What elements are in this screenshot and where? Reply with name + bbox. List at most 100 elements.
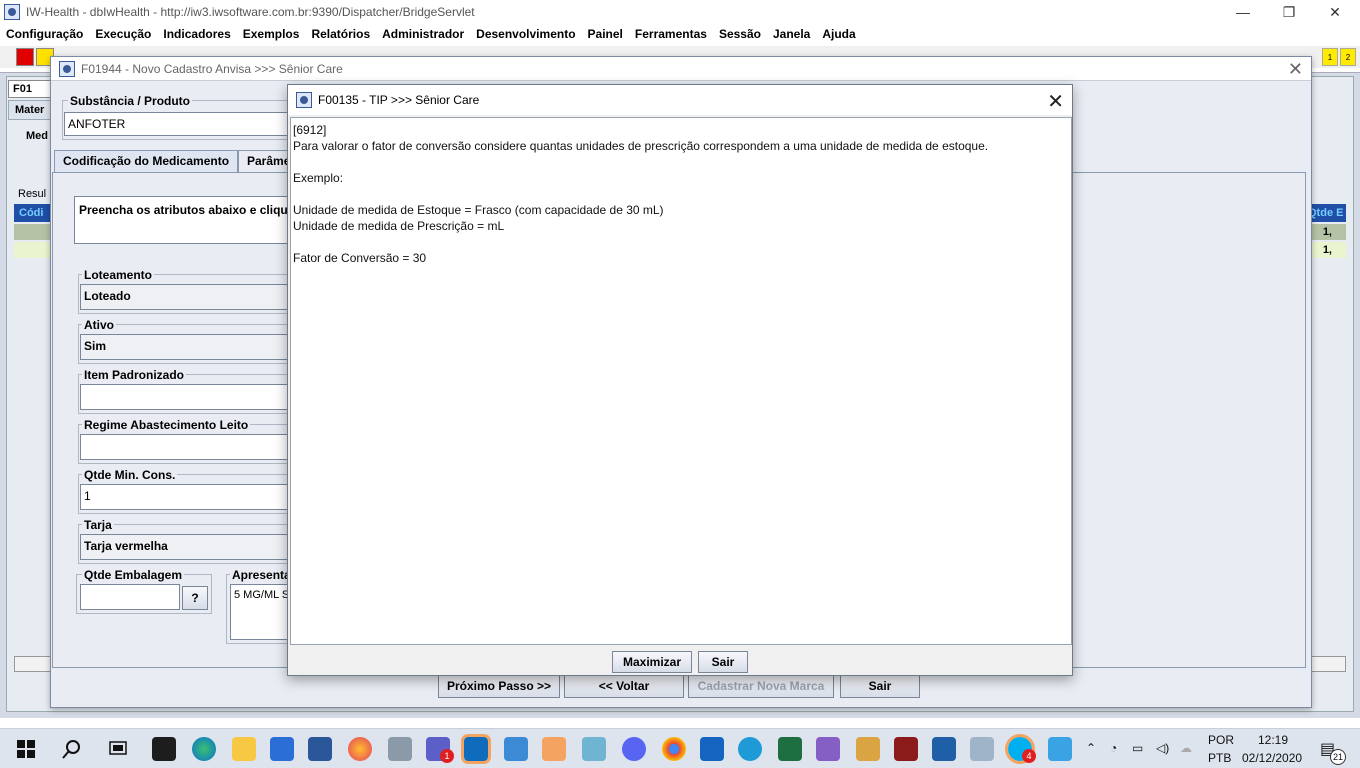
store-icon[interactable] xyxy=(152,737,176,761)
tip-line: [6912] xyxy=(293,123,327,137)
remote-desktop-icon[interactable] xyxy=(504,737,528,761)
maximize-button[interactable]: Maximizar xyxy=(612,651,692,673)
minimize-button[interactable]: — xyxy=(1220,0,1266,24)
new-brand-button[interactable]: Cadastrar Nova Marca xyxy=(688,674,834,698)
winrar-icon[interactable] xyxy=(894,737,918,761)
search-icon[interactable] xyxy=(60,737,84,761)
qtde-embalagem-input[interactable] xyxy=(80,584,180,610)
regime-select[interactable] xyxy=(80,434,302,460)
tool-icon[interactable] xyxy=(388,737,412,761)
badge-1[interactable]: 1 xyxy=(1322,48,1338,66)
menu-janela[interactable]: Janela xyxy=(773,27,810,41)
paint-icon[interactable] xyxy=(856,737,880,761)
photos-icon[interactable] xyxy=(700,737,724,761)
cadastro-title: F01944 - Novo Cadastro Anvisa >>> Sênior… xyxy=(81,61,343,76)
back-button[interactable]: << Voltar xyxy=(564,674,684,698)
virtualbox-icon[interactable] xyxy=(932,737,956,761)
app-logo-icon xyxy=(4,4,20,20)
menu-exemplos[interactable]: Exemplos xyxy=(243,27,300,41)
red-tool-button[interactable] xyxy=(16,48,34,66)
discord-icon[interactable] xyxy=(622,737,646,761)
word-icon[interactable] xyxy=(308,737,332,761)
browser-title: IW-Health - dbIwHealth - http://iw3.iwso… xyxy=(26,5,475,19)
menu-painel[interactable]: Painel xyxy=(588,27,623,41)
qtde-min-input[interactable]: 1 xyxy=(80,484,302,510)
tip-line xyxy=(293,234,1069,250)
visual-studio-icon[interactable] xyxy=(816,737,840,761)
background-med-tab[interactable]: Med xyxy=(26,130,48,142)
menu-ajuda[interactable]: Ajuda xyxy=(822,27,855,41)
loteamento-select[interactable]: Loteado xyxy=(80,284,302,310)
ativo-select[interactable]: Sim xyxy=(80,334,302,360)
item-padronizado-select[interactable] xyxy=(80,384,302,410)
cloud-icon[interactable]: ☁ xyxy=(1180,741,1192,755)
cadastro-exit-button[interactable]: Sair xyxy=(840,674,920,698)
tip-line: Unidade de medida de Prescrição = mL xyxy=(293,219,505,233)
badge-2[interactable]: 2 xyxy=(1340,48,1356,66)
excel-icon[interactable] xyxy=(778,737,802,761)
internet-explorer-icon[interactable] xyxy=(738,737,762,761)
tip-line xyxy=(293,154,1069,170)
menu-sessao[interactable]: Sessão xyxy=(719,27,761,41)
tip-line xyxy=(293,186,1069,202)
clock-time[interactable]: 12:19 xyxy=(1258,733,1288,747)
menu-desenvolvimento[interactable]: Desenvolvimento xyxy=(476,27,575,41)
file-explorer-icon[interactable] xyxy=(232,737,256,761)
outlook-icon[interactable] xyxy=(461,734,491,764)
background-window-tab[interactable]: F01 xyxy=(8,80,52,98)
menu-configuracao[interactable]: Configuração xyxy=(6,27,83,41)
restore-button[interactable]: ❐ xyxy=(1266,0,1312,24)
item-padronizado-label: Item Padronizado xyxy=(82,368,187,382)
browser-title-bar: IW-Health - dbIwHealth - http://iw3.iwso… xyxy=(0,0,1360,24)
keyboard-layout[interactable]: PTB xyxy=(1208,751,1231,765)
substancia-label: Substância / Produto xyxy=(68,94,193,108)
azure-icon[interactable] xyxy=(1048,737,1072,761)
menu-ferramentas[interactable]: Ferramentas xyxy=(635,27,707,41)
menu-relatorios[interactable]: Relatórios xyxy=(311,27,370,41)
menu-indicadores[interactable]: Indicadores xyxy=(163,27,230,41)
background-col-qtde[interactable]: Qtde E xyxy=(1306,204,1346,222)
clock-date[interactable]: 02/12/2020 xyxy=(1242,751,1302,765)
apresentacao-label: Apresenta xyxy=(230,568,293,582)
tip-line: Unidade de medida de Estoque = Frasco (c… xyxy=(293,203,664,217)
tip-line: Exemplo: xyxy=(293,171,344,185)
background-result-label: Resul xyxy=(18,188,47,200)
tip-line: Para valorar o fator de conversão consid… xyxy=(293,139,989,153)
chrome-icon[interactable] xyxy=(662,737,686,761)
tip-text-area[interactable]: [6912] Para valorar o fator de conversão… xyxy=(290,117,1072,645)
edge-icon[interactable] xyxy=(192,737,216,761)
monitor-icon[interactable] xyxy=(970,737,994,761)
tip-dialog: F00135 - TIP >>> Sênior Care ✕ [6912] Pa… xyxy=(287,84,1073,676)
substancia-input[interactable]: ANFOTER xyxy=(64,112,300,136)
tarja-select[interactable]: Tarja vermelha xyxy=(80,534,302,560)
language-indicator[interactable]: POR xyxy=(1208,733,1234,747)
wifi-icon[interactable]: ◔ xyxy=(1110,741,1117,755)
help-button[interactable]: ? xyxy=(182,586,208,610)
next-step-button[interactable]: Próximo Passo >> xyxy=(438,674,560,698)
cadastro-close-button[interactable]: ✕ xyxy=(1288,59,1303,80)
cadastro-title-bar: F01944 - Novo Cadastro Anvisa >>> Sênior… xyxy=(51,57,1311,81)
skype-badge: 4 xyxy=(1022,749,1036,763)
tarja-label: Tarja xyxy=(82,518,114,532)
close-window-button[interactable]: ✕ xyxy=(1312,0,1358,24)
java-icon[interactable] xyxy=(542,737,566,761)
tab-codificacao[interactable]: Codificação do Medicamento xyxy=(54,150,239,172)
windows-start-icon[interactable] xyxy=(14,737,38,761)
volume-icon[interactable]: ◁) xyxy=(1156,741,1169,755)
row-qtde-value: 1, xyxy=(1322,226,1332,238)
menu-administrador[interactable]: Administrador xyxy=(382,27,464,41)
tip-exit-button[interactable]: Sair xyxy=(698,651,748,673)
tip-close-button[interactable]: ✕ xyxy=(1047,89,1064,114)
task-view-icon[interactable] xyxy=(106,737,130,761)
chevron-up-icon[interactable]: ⌃ xyxy=(1086,741,1096,755)
mail-icon[interactable] xyxy=(270,737,294,761)
ativo-label: Ativo xyxy=(82,318,116,332)
firefox-icon[interactable] xyxy=(348,737,372,761)
battery-icon[interactable]: ▭ xyxy=(1132,741,1143,755)
row-qtde-value: 1, xyxy=(1322,244,1332,256)
qtde-min-label: Qtde Min. Cons. xyxy=(82,468,178,482)
menu-execucao[interactable]: Execução xyxy=(95,27,151,41)
notepad-icon[interactable] xyxy=(582,737,606,761)
app-logo-icon xyxy=(59,60,75,77)
qtde-embalagem-label: Qtde Embalagem xyxy=(82,568,185,582)
